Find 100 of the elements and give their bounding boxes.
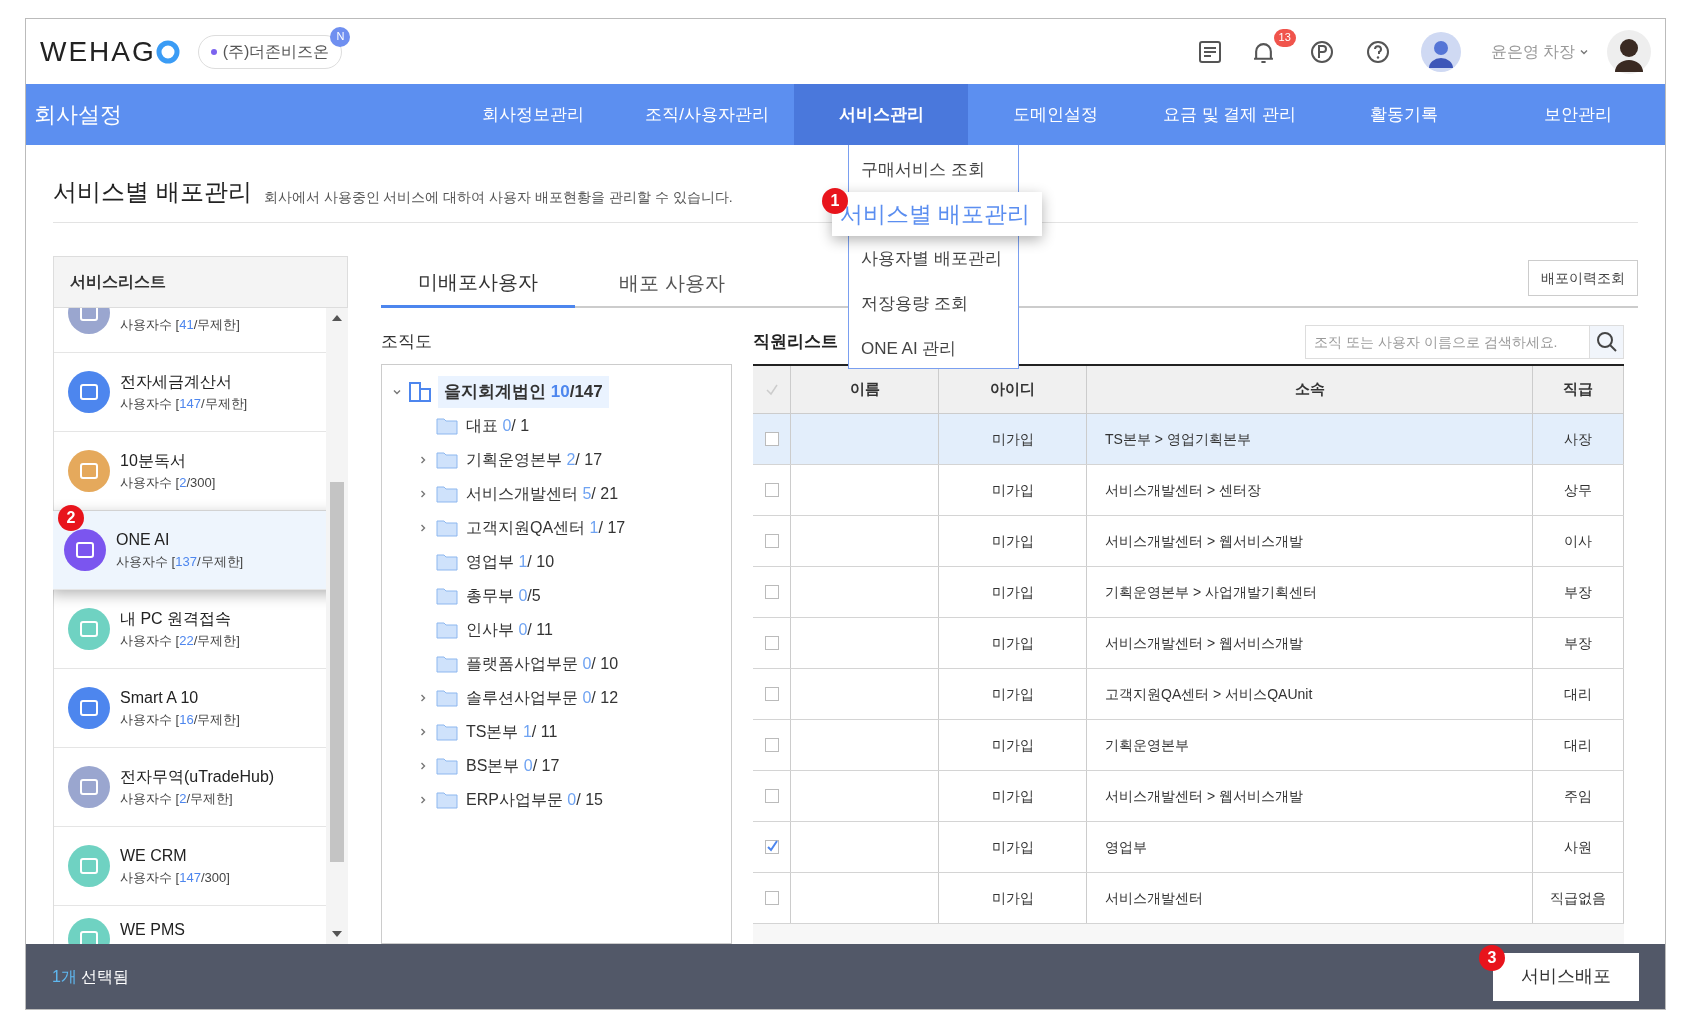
table-cell: 미가입 (939, 567, 1087, 617)
memo-icon[interactable] (1196, 38, 1223, 65)
employee-row[interactable]: 미가입 영업부 사원 (753, 822, 1624, 873)
user-count: 사용자수 [2/무제한] (120, 790, 234, 809)
section-title: 직원리스트 (753, 331, 838, 354)
employee-row[interactable]: 미가입 서비스개발센터 > 웹서비스개발 주임 (753, 771, 1624, 822)
chevron-icon[interactable] (418, 795, 428, 805)
menu-item[interactable]: 사용자별 배포관리 (849, 236, 1018, 281)
folder-icon (436, 485, 458, 503)
section-title: 조직도 (381, 331, 433, 354)
chevron-icon[interactable] (418, 727, 428, 737)
service-name: 전자세금계산서 (120, 372, 233, 393)
row-checkbox[interactable] (764, 636, 779, 650)
notification-count: 13 (1273, 28, 1296, 47)
bell-icon[interactable] (1252, 41, 1274, 63)
table-cell: 미가입 (939, 873, 1087, 923)
profile-avatar-icon[interactable] (1607, 29, 1651, 74)
page-title: 서비스별 배포관리 (53, 177, 252, 207)
service-item[interactable]: 사용자수 [41/무제한] (54, 308, 326, 353)
table-cell: 서비스개발센터 > 웹서비스개발 (1087, 516, 1533, 566)
user-count: 사용자수 [137/무제한] (116, 553, 244, 572)
logo[interactable]: WEHAG (40, 30, 156, 73)
scrollbar[interactable] (326, 308, 348, 944)
employee-row[interactable]: 미가입 서비스개발센터 > 웹서비스개발 이사 (753, 516, 1624, 567)
company-name: (주)더존비즈온 (222, 41, 330, 62)
row-checkbox[interactable] (764, 432, 779, 446)
row-checkbox[interactable] (764, 585, 779, 599)
table-cell: 이사 (1533, 516, 1624, 566)
tree-node[interactable]: 을지회계법인 10/147 (438, 376, 609, 408)
table-cell: 서비스개발센터 > 웹서비스개발 (1087, 618, 1533, 668)
employee-row[interactable]: 미가입 서비스개발센터 직급없음 (753, 873, 1624, 924)
tree-node[interactable]: 플랫폼사업부문 0/ 10 (466, 652, 619, 676)
table-cell: 미가입 (939, 465, 1087, 515)
tree-node[interactable]: 인사부 0/ 11 (466, 618, 553, 642)
row-checkbox[interactable] (764, 738, 779, 752)
step-badge: 3 (1479, 944, 1505, 971)
history-button[interactable]: 배포이력조회 (1528, 260, 1638, 296)
employee-row[interactable]: 미가입 서비스개발센터 > 센터장 상무 (753, 465, 1624, 516)
employee-row[interactable]: 미가입 기획운영본부 대리 (753, 720, 1624, 771)
menu-item[interactable]: 구매서비스 조회 (849, 147, 1018, 192)
tree-node[interactable]: 서비스개발센터 5/ 21 (466, 482, 619, 506)
tree-node[interactable]: ERP사업부문 0/ 15 (466, 788, 603, 812)
folder-icon (436, 519, 458, 537)
menu-item[interactable]: 저장용량 조회 (849, 281, 1018, 326)
tab[interactable]: 배포 사용자 (575, 258, 769, 308)
nav-tab[interactable]: 서비스관리 (794, 84, 969, 145)
table-cell: 미가입 (939, 720, 1087, 770)
employee-row[interactable]: 미가입 고객지원QA센터 > 서비스QAUnit 대리 (753, 669, 1624, 720)
scroll-down-icon[interactable] (332, 930, 342, 938)
row-checkbox[interactable] (764, 534, 779, 548)
chevron-icon[interactable] (418, 693, 428, 703)
chevron-icon[interactable] (418, 761, 428, 771)
user-count: 사용자수 [147/무제한] (120, 395, 248, 414)
folder-icon (436, 587, 458, 605)
chevron-icon[interactable] (418, 523, 428, 533)
employee-row[interactable]: 미가입 기획운영본부 > 사업개발기획센터 부장 (753, 567, 1624, 618)
search-button[interactable] (1590, 325, 1624, 359)
tree-node[interactable]: 영업부 1/ 10 (466, 550, 555, 574)
table-cell: 대리 (1533, 720, 1624, 770)
table-cell: 기획운영본부 (1087, 720, 1533, 770)
scroll-up-icon[interactable] (332, 314, 342, 322)
chevron-icon[interactable] (392, 387, 402, 397)
point-icon[interactable] (1308, 38, 1335, 65)
row-checkbox[interactable] (764, 483, 779, 497)
table-cell: 주임 (1533, 771, 1624, 821)
table-cell: 고객지원QA센터 > 서비스QAUnit (1087, 669, 1533, 719)
table-cell: 영업부 (1087, 822, 1533, 872)
search-field[interactable]: 조직 또는 사용자 이름으로 검색하세요. (1305, 325, 1590, 359)
folder-icon (436, 553, 458, 571)
scroll-thumb[interactable] (330, 482, 344, 862)
tree-node[interactable]: 솔루션사업부문 0/ 12 (466, 686, 619, 710)
tree-node[interactable]: BS본부 0/ 17 (466, 754, 560, 778)
employee-row[interactable]: 미가입 서비스개발센터 > 웹서비스개발 부장 (753, 618, 1624, 669)
row-checkbox[interactable] (764, 789, 779, 803)
table-cell: 기획운영본부 > 사업개발기획센터 (1087, 567, 1533, 617)
nav-title: 회사설정 (33, 101, 123, 129)
tree-node[interactable]: TS본부 1/ 11 (466, 720, 558, 744)
tree-node[interactable]: 기획운영본부 2/ 17 (466, 448, 603, 472)
chevron-icon[interactable] (418, 489, 428, 499)
chevron-icon[interactable] (418, 455, 428, 465)
tree-node[interactable]: 고객지원QA센터 1/ 17 (466, 516, 626, 540)
row-checkbox[interactable] (764, 891, 779, 905)
table-cell: 부장 (1533, 567, 1624, 617)
select-all-checkbox[interactable] (764, 382, 779, 397)
tree-node[interactable]: 총무부 0/5 (466, 584, 541, 608)
help-icon[interactable] (1364, 38, 1391, 65)
table-cell: 서비스개발센터 > 웹서비스개발 (1087, 771, 1533, 821)
folder-icon (436, 621, 458, 639)
folder-icon (436, 417, 458, 435)
avatar-icon[interactable] (1420, 31, 1461, 72)
tab[interactable]: 미배포사용자 (381, 258, 575, 308)
folder-icon (436, 723, 458, 741)
logo-ring-icon (155, 39, 180, 64)
table-cell: TS본부 > 영업기획본부 (1087, 414, 1533, 464)
employee-row[interactable]: 미가입 TS본부 > 영업기획본부 사장 (753, 414, 1624, 465)
service-name: WE CRM (120, 846, 188, 867)
row-checkbox[interactable] (764, 687, 779, 701)
tree-node[interactable]: 대표 0/ 1 (466, 414, 530, 438)
row-checkbox[interactable] (764, 840, 779, 854)
table-cell: 미가입 (939, 516, 1087, 566)
